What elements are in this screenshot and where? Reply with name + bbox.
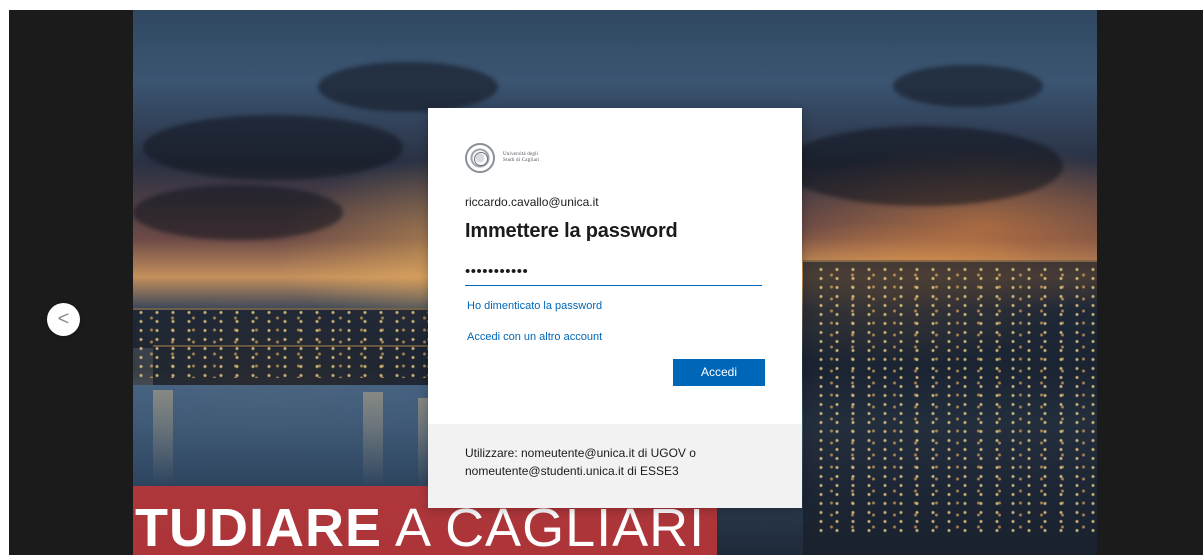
login-footer: Utilizzare: nomeutente@unica.it di UGOV …	[428, 424, 802, 508]
page-title: Immettere la password	[465, 220, 678, 242]
password-field[interactable]	[465, 258, 762, 286]
account-email: riccardo.cavallo@unica.it	[465, 195, 599, 209]
university-logo: Università degli Studi di Cagliari	[465, 143, 545, 173]
chevron-left-icon: <	[57, 308, 70, 330]
other-account-link[interactable]: Accedi con un altro account	[467, 331, 602, 343]
university-seal-icon	[465, 143, 495, 173]
footer-instructions: Utilizzare: nomeutente@unica.it di UGOV …	[465, 444, 765, 480]
previous-slide-button[interactable]: <	[47, 303, 80, 336]
login-dialog: Università degli Studi di Cagliari ricca…	[428, 108, 802, 508]
logo-text: Università degli Studi di Cagliari	[503, 152, 540, 163]
banner-text: TUDIARE A CAGLIARI	[135, 501, 705, 555]
forgot-password-link[interactable]: Ho dimenticato la password	[467, 300, 602, 312]
sign-in-button[interactable]: Accedi	[673, 359, 765, 386]
footer-line-2: nomeutente@studenti.unica.it di ESSE3	[465, 464, 679, 478]
footer-line-1: Utilizzare: nomeutente@unica.it di UGOV …	[465, 446, 696, 460]
banner-text-bold: TUDIARE	[135, 498, 382, 555]
